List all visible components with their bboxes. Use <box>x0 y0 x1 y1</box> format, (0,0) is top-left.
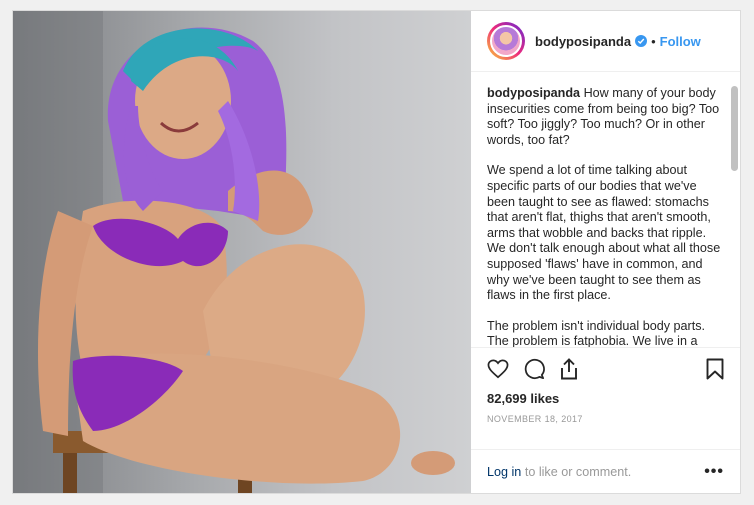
avatar-image <box>490 25 522 57</box>
caption-paragraph-3: The problem isn't individual body parts.… <box>487 318 706 347</box>
login-prompt-text: to like or comment. <box>521 464 632 479</box>
photo-illustration <box>13 11 455 493</box>
verified-badge-icon <box>635 35 648 47</box>
more-options-button[interactable]: ••• <box>704 463 724 481</box>
post-actions: 82,699 likes NOVEMBER 18, 2017 <box>471 347 740 449</box>
post-side-panel: bodyposipanda • Follow bodyposipanda How… <box>471 11 740 493</box>
post-header: bodyposipanda • Follow <box>471 11 740 72</box>
post-date[interactable]: NOVEMBER 18, 2017 <box>487 414 724 424</box>
share-icon[interactable] <box>559 358 579 380</box>
login-bar: Log in to like or comment. ••• <box>471 449 740 493</box>
instagram-post: bodyposipanda • Follow bodyposipanda How… <box>12 10 741 494</box>
bookmark-icon[interactable] <box>706 358 724 380</box>
follow-button[interactable]: Follow <box>660 34 701 49</box>
heart-icon[interactable] <box>487 359 509 379</box>
login-prompt: Log in to like or comment. <box>487 465 631 479</box>
likes-count[interactable]: 82,699 likes <box>487 391 724 406</box>
header-separator: • <box>651 33 656 49</box>
caption-scrollbar[interactable] <box>731 86 738 171</box>
comment-icon[interactable] <box>523 358 545 380</box>
action-icons <box>487 356 724 382</box>
avatar[interactable] <box>487 22 525 60</box>
caption-username[interactable]: bodyposipanda <box>487 86 580 100</box>
header-username[interactable]: bodyposipanda <box>535 34 631 49</box>
login-link[interactable]: Log in <box>487 465 521 479</box>
post-photo[interactable] <box>13 11 471 493</box>
caption-paragraph-2: We spend a lot of time talking about spe… <box>487 163 721 303</box>
caption-paragraph-1: bodyposipanda How many of your body inse… <box>487 86 724 148</box>
caption-area[interactable]: bodyposipanda How many of your body inse… <box>471 72 740 347</box>
